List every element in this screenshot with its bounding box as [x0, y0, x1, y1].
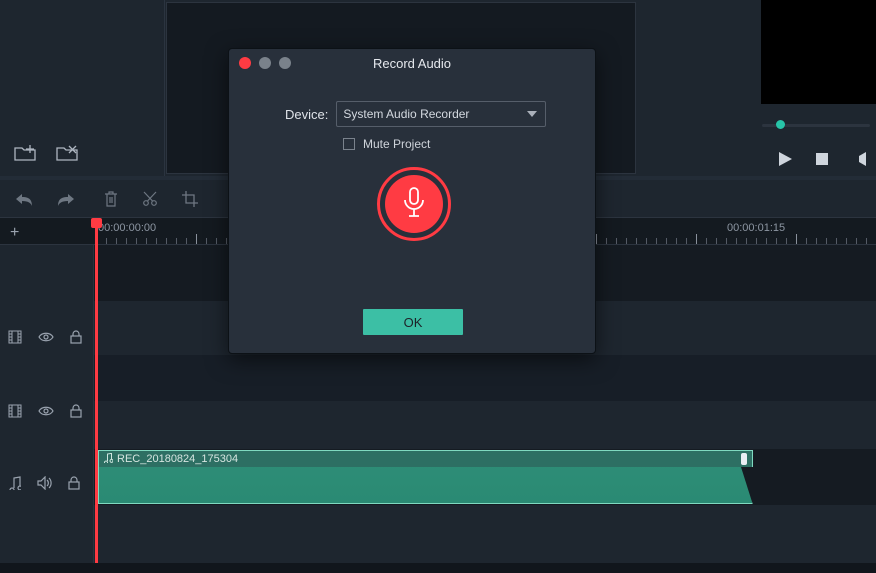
crop-icon[interactable]: [182, 191, 198, 210]
close-icon[interactable]: [239, 57, 251, 69]
record-audio-dialog: Record Audio Device: System Audio Record…: [228, 48, 596, 354]
music-icon[interactable]: [8, 476, 21, 490]
play-icon[interactable]: [779, 152, 792, 166]
track-row[interactable]: [94, 355, 876, 401]
speaker-icon[interactable]: [37, 476, 52, 490]
track-controls: [0, 391, 93, 431]
record-button[interactable]: [377, 167, 451, 241]
preview-slider[interactable]: [762, 118, 870, 132]
trash-icon[interactable]: [104, 191, 118, 210]
maximize-icon[interactable]: [279, 57, 291, 69]
plus-icon[interactable]: +: [10, 224, 19, 242]
undo-icon[interactable]: [16, 192, 32, 209]
clip-name: REC_20180824_175304: [117, 453, 238, 465]
scrollbar[interactable]: [0, 563, 876, 573]
stop-icon[interactable]: [816, 153, 828, 165]
track-controls: [0, 463, 93, 503]
film-icon[interactable]: [8, 404, 22, 418]
lock-icon[interactable]: [70, 404, 82, 418]
music-icon: [103, 452, 113, 466]
mute-label: Mute Project: [363, 137, 430, 151]
device-select[interactable]: System Audio Recorder: [336, 101, 546, 127]
scissors-icon[interactable]: [142, 191, 158, 210]
track-row[interactable]: [94, 505, 876, 563]
eye-icon[interactable]: [38, 405, 54, 417]
ok-button[interactable]: OK: [363, 309, 463, 335]
lock-icon[interactable]: [68, 476, 80, 490]
device-label: Device:: [285, 107, 328, 122]
lock-icon[interactable]: [70, 330, 82, 344]
microphone-icon: [400, 186, 428, 223]
preview-panel: [761, 0, 876, 104]
track-controls: [0, 317, 93, 357]
speaker-off-icon[interactable]: [852, 152, 866, 166]
mute-checkbox[interactable]: [343, 138, 355, 150]
redo-icon[interactable]: [58, 192, 74, 209]
audio-clip[interactable]: REC_20180824_175304: [98, 450, 753, 504]
folder-add-icon[interactable]: [14, 144, 36, 165]
folder-remove-icon[interactable]: [56, 144, 78, 165]
film-icon[interactable]: [8, 330, 22, 344]
minimize-icon[interactable]: [259, 57, 271, 69]
track-row[interactable]: [94, 401, 876, 449]
clip-handle[interactable]: [741, 453, 747, 465]
timecode-label: 00:00:00:00: [98, 222, 156, 234]
eye-icon[interactable]: [38, 331, 54, 343]
timecode-label: 00:00:01:15: [727, 222, 785, 234]
playhead[interactable]: [95, 218, 98, 563]
